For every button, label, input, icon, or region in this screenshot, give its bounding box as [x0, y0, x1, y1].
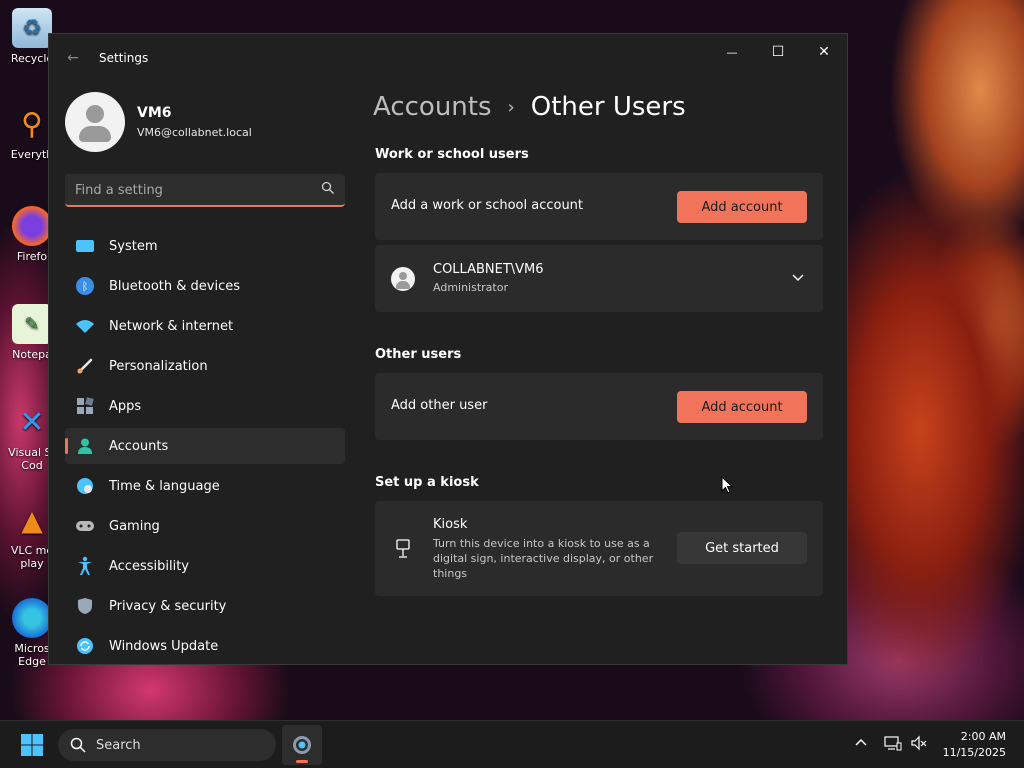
mouse-cursor-icon	[721, 476, 733, 494]
nav-item-label: Network & internet	[109, 318, 234, 334]
page-title: Other Users	[530, 92, 686, 122]
taskbar-app-settings[interactable]	[282, 725, 322, 765]
system-icon	[75, 236, 95, 256]
search-icon	[321, 181, 334, 194]
update-icon	[75, 636, 95, 656]
section-title-work-school: Work or school users	[375, 147, 529, 162]
taskbar-search-label: Search	[96, 737, 141, 753]
nav-item-label: System	[109, 238, 158, 254]
close-icon: ✕	[818, 44, 830, 60]
taskbar: Search 2:00 AM 11/15/2025	[0, 720, 1024, 768]
breadcrumb: Accounts › Other Users	[373, 92, 686, 122]
search-icon	[70, 737, 86, 753]
add-other-user-card: Add other user Add account	[375, 373, 823, 440]
profile-email: VM6@collabnet.local	[137, 126, 252, 139]
settings-window: ← Settings — ☐ ✕ VM6 VM6@collabnet.local…	[48, 33, 848, 665]
nav-item-privacy-security[interactable]: Privacy & security	[65, 588, 345, 624]
back-arrow-icon[interactable]: ←	[63, 48, 83, 68]
section-title-other-users: Other users	[375, 347, 462, 362]
nav-item-label: Time & language	[109, 478, 220, 494]
network-icon[interactable]	[883, 735, 903, 755]
kiosk-get-started-button[interactable]: Get started	[677, 532, 807, 564]
nav-item-apps[interactable]: Apps	[65, 388, 345, 424]
wifi-icon	[75, 316, 95, 336]
nav-item-label: Accounts	[109, 438, 169, 454]
nav-item-label: Personalization	[109, 358, 208, 374]
vlc-icon: ▲	[21, 503, 43, 537]
nav-item-accessibility[interactable]: Accessibility	[65, 548, 345, 584]
volume-muted-icon[interactable]	[909, 735, 929, 755]
firefox-icon	[12, 206, 52, 246]
settings-search-box[interactable]	[65, 174, 345, 207]
minimize-icon: —	[726, 45, 738, 59]
nav-item-label: Gaming	[109, 518, 160, 534]
close-button[interactable]: ✕	[801, 36, 847, 68]
nav-item-system[interactable]: System	[65, 228, 345, 264]
add-work-account-label: Add a work or school account	[391, 198, 584, 213]
globe-icon	[75, 476, 95, 496]
nav-item-network[interactable]: Network & internet	[65, 308, 345, 344]
kiosk-description: Turn this device into a kiosk to use as …	[433, 537, 654, 580]
profile-avatar[interactable]	[65, 92, 125, 152]
breadcrumb-parent[interactable]: Accounts	[373, 92, 492, 122]
bluetooth-icon: ᛒ	[75, 276, 95, 296]
chevron-up-icon[interactable]	[851, 735, 871, 755]
apps-icon	[75, 396, 95, 416]
section-title-kiosk: Set up a kiosk	[375, 475, 479, 490]
clock-date: 11/15/2025	[942, 746, 1006, 759]
chevron-down-icon[interactable]	[791, 271, 805, 285]
settings-search-input[interactable]	[75, 180, 305, 200]
window-title: Settings	[99, 51, 149, 65]
add-work-account-card: Add a work or school account Add account	[375, 173, 823, 240]
minimize-button[interactable]: —	[709, 36, 755, 68]
gamepad-icon	[75, 516, 95, 536]
clock-time: 2:00 AM	[960, 730, 1006, 743]
notepad-icon: ✎	[12, 304, 52, 344]
kiosk-title: Kiosk	[433, 517, 468, 532]
vscode-icon: ✕	[19, 404, 45, 440]
work-user-role: Administrator	[433, 281, 508, 294]
taskbar-search[interactable]: Search	[58, 729, 276, 761]
accessibility-icon	[75, 556, 95, 576]
nav-item-windows-update[interactable]: Windows Update	[65, 628, 345, 664]
windows-start-icon[interactable]	[20, 733, 44, 757]
maximize-icon: ☐	[771, 44, 785, 60]
nav-item-bluetooth[interactable]: ᛒ Bluetooth & devices	[65, 268, 345, 304]
nav-item-gaming[interactable]: Gaming	[65, 508, 345, 544]
add-other-user-button[interactable]: Add account	[677, 391, 807, 423]
kiosk-icon	[396, 539, 410, 558]
title-bar: ← Settings — ☐ ✕	[49, 34, 847, 82]
settings-gear-icon	[293, 736, 311, 754]
nav-item-label: Apps	[109, 398, 142, 414]
shield-icon	[75, 596, 95, 616]
nav-item-label: Bluetooth & devices	[109, 278, 240, 294]
nav-item-label: Privacy & security	[109, 598, 227, 614]
add-work-account-button[interactable]: Add account	[677, 191, 807, 223]
maximize-button[interactable]: ☐	[755, 36, 801, 68]
work-user-name: COLLABNET\VM6	[433, 262, 544, 277]
recycle-bin-icon: ♻	[12, 8, 52, 48]
user-avatar	[391, 267, 415, 291]
nav-item-label: Accessibility	[109, 558, 189, 574]
nav-item-time-language[interactable]: Time & language	[65, 468, 345, 504]
accounts-icon	[75, 436, 95, 456]
nav-item-accounts[interactable]: Accounts	[65, 428, 345, 464]
settings-nav: System ᛒ Bluetooth & devices Network & i…	[65, 228, 345, 664]
nav-item-personalization[interactable]: Personalization	[65, 348, 345, 384]
work-user-row[interactable]: COLLABNET\VM6 Administrator	[375, 245, 823, 312]
breadcrumb-separator-icon: ›	[507, 96, 515, 118]
profile-name: VM6	[137, 105, 172, 121]
brush-icon	[75, 356, 95, 376]
taskbar-clock[interactable]: 2:00 AM 11/15/2025	[943, 729, 1006, 761]
everything-search-icon: ⚲	[21, 106, 43, 142]
nav-item-label: Windows Update	[109, 638, 219, 654]
kiosk-card: Kiosk Turn this device into a kiosk to u…	[375, 501, 823, 596]
add-other-user-label: Add other user	[391, 398, 488, 413]
edge-icon	[12, 598, 52, 638]
